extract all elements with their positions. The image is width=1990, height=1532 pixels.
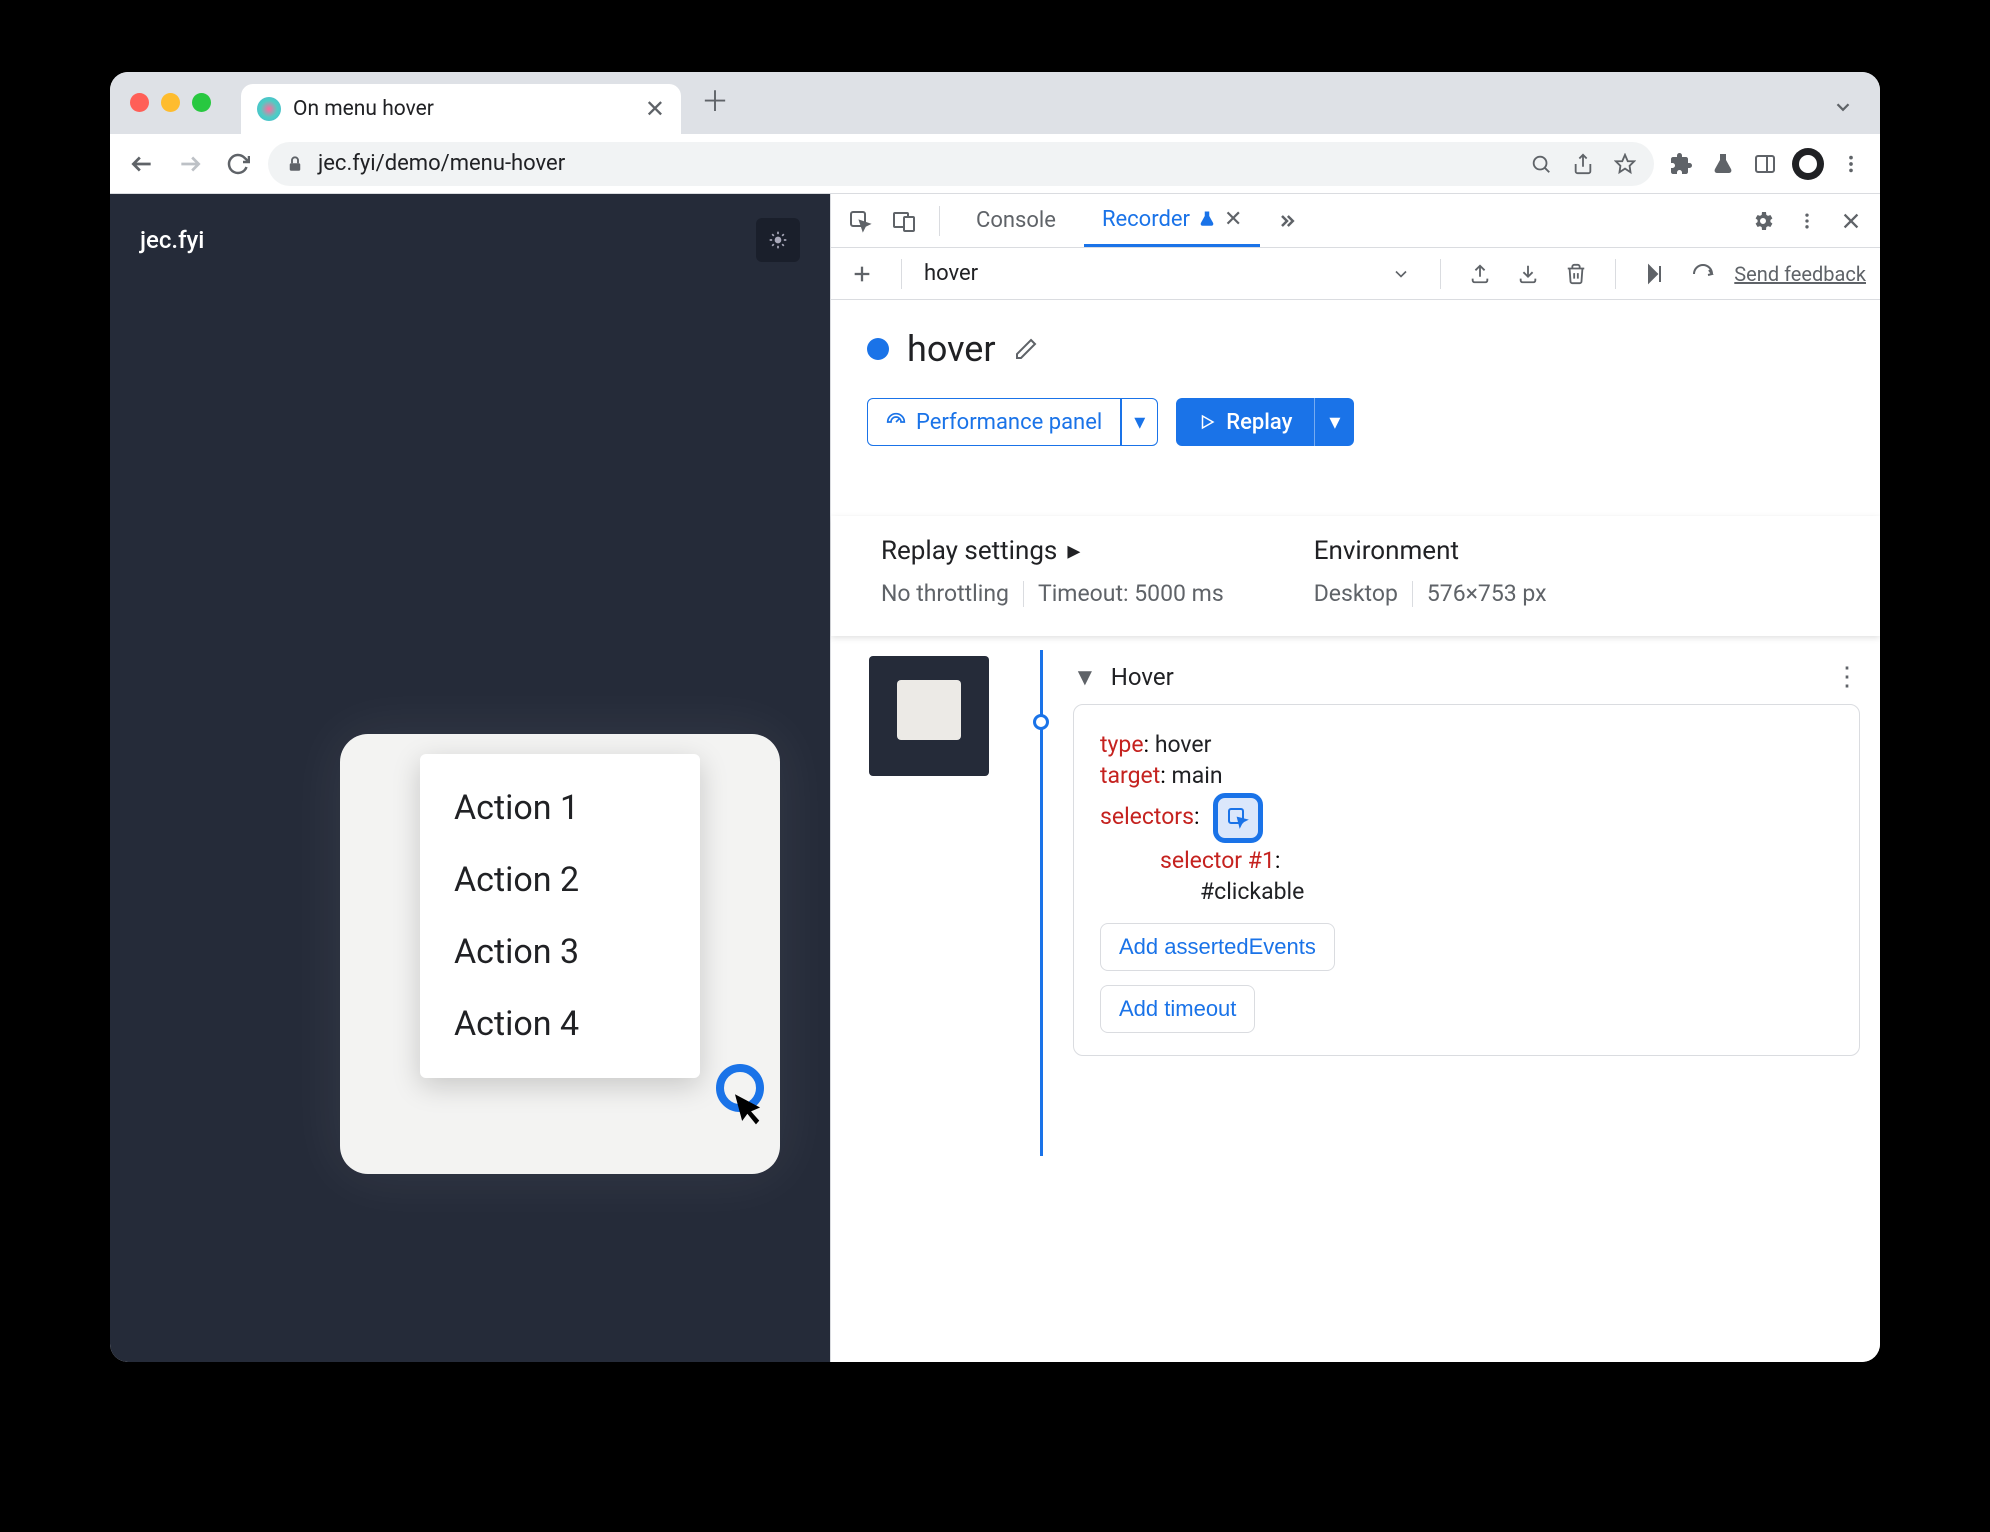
step-thumbnail — [869, 656, 989, 776]
browser-toolbar: jec.fyi/demo/menu-hover — [110, 134, 1880, 194]
labs-icon[interactable] — [1708, 149, 1738, 179]
close-tab-icon[interactable]: ✕ — [1224, 207, 1242, 232]
menu-item[interactable]: Action 2 — [420, 844, 700, 916]
performance-panel-button[interactable]: Performance panel ▾ — [867, 398, 1158, 446]
profile-avatar[interactable] — [1792, 148, 1824, 180]
selector-picker-button[interactable] — [1213, 793, 1263, 843]
chevron-right-icon: ▸ — [1067, 536, 1080, 566]
browser-tab[interactable]: On menu hover ✕ — [241, 84, 681, 134]
forward-button[interactable] — [172, 146, 208, 182]
add-asserted-events-button[interactable]: Add assertedEvents — [1100, 923, 1335, 971]
reload-button[interactable] — [220, 146, 256, 182]
recording-name: hover — [924, 261, 978, 286]
menu-item[interactable]: Action 4 — [420, 988, 700, 1060]
step-body: type: hover target: main selectors: sele… — [1073, 704, 1860, 1056]
delete-icon[interactable] — [1559, 257, 1593, 291]
bookmark-icon[interactable] — [1614, 153, 1636, 175]
performance-dropdown[interactable]: ▾ — [1121, 398, 1158, 446]
flask-icon — [1198, 210, 1216, 228]
feedback-link[interactable]: Send feedback — [1734, 262, 1866, 286]
gauge-icon — [886, 412, 906, 432]
timeline-node-icon — [1033, 714, 1049, 730]
browser-window: On menu hover ✕ ＋ jec.fyi/demo/menu-hove… — [110, 72, 1880, 1362]
window-controls — [130, 93, 211, 112]
step-name: Hover — [1111, 663, 1174, 691]
recording-title: hover — [907, 328, 996, 370]
sidepanel-icon[interactable] — [1750, 149, 1780, 179]
tabs-overflow-button[interactable] — [1832, 96, 1854, 118]
inspect-icon[interactable] — [843, 204, 877, 238]
add-timeout-button[interactable]: Add timeout — [1100, 985, 1255, 1033]
menu-item[interactable]: Action 1 — [420, 772, 700, 844]
steps-area: ▼ Hover ⋮ type: hover target: main selec… — [831, 650, 1880, 1056]
close-devtools-icon[interactable] — [1834, 204, 1868, 238]
step-icon[interactable] — [1638, 257, 1672, 291]
dropdown-icon[interactable] — [1384, 257, 1418, 291]
collapse-icon: ▼ — [1073, 663, 1097, 692]
new-tab-button[interactable]: ＋ — [695, 80, 735, 120]
import-icon[interactable] — [1511, 257, 1545, 291]
replay-dropdown[interactable]: ▾ — [1314, 398, 1354, 446]
content-area: jec.fyi Hover over me! Action 1 Action 2… — [110, 194, 1880, 1362]
back-button[interactable] — [124, 146, 160, 182]
titlebar: On menu hover ✕ ＋ — [110, 72, 1880, 134]
tab-title: On menu hover — [293, 97, 633, 121]
close-tab-button[interactable]: ✕ — [645, 95, 665, 123]
devtools-panel: Console Recorder ✕ hover — [830, 194, 1880, 1362]
step-menu-icon[interactable]: ⋮ — [1834, 662, 1860, 692]
play-icon — [1198, 413, 1216, 431]
favicon-icon — [257, 97, 281, 121]
minimize-window-button[interactable] — [161, 93, 180, 112]
replay-settings-bar: Replay settings ▸ No throttling Timeout:… — [831, 516, 1880, 636]
viewport-value: 576×753 px — [1427, 580, 1547, 607]
close-window-button[interactable] — [130, 93, 149, 112]
record-status-icon — [867, 338, 889, 360]
new-recording-button[interactable] — [845, 257, 879, 291]
page-viewport: jec.fyi Hover over me! Action 1 Action 2… — [110, 194, 830, 1362]
zoom-icon[interactable] — [1530, 153, 1552, 175]
device-value: Desktop — [1314, 580, 1398, 607]
continue-icon[interactable] — [1686, 257, 1720, 291]
maximize-window-button[interactable] — [192, 93, 211, 112]
share-icon[interactable] — [1572, 153, 1594, 175]
environment-header: Environment — [1314, 536, 1547, 566]
kebab-icon[interactable] — [1790, 204, 1824, 238]
address-bar[interactable]: jec.fyi/demo/menu-hover — [268, 142, 1654, 186]
replay-settings-header[interactable]: Replay settings ▸ — [881, 536, 1224, 566]
menu-button[interactable] — [1836, 149, 1866, 179]
extensions-icon[interactable] — [1666, 149, 1696, 179]
export-icon[interactable] — [1463, 257, 1497, 291]
throttling-value: No throttling — [881, 580, 1009, 607]
hover-menu: Action 1 Action 2 Action 3 Action 4 — [420, 754, 700, 1078]
edit-icon[interactable] — [1014, 337, 1038, 361]
settings-icon[interactable] — [1746, 204, 1780, 238]
tab-recorder[interactable]: Recorder ✕ — [1084, 194, 1261, 247]
timeout-value: Timeout: 5000 ms — [1038, 580, 1224, 607]
recorder-body: hover Performance panel ▾ Re — [831, 300, 1880, 474]
menu-item[interactable]: Action 3 — [420, 916, 700, 988]
replay-button[interactable]: Replay ▾ — [1176, 398, 1354, 446]
site-title: jec.fyi — [140, 226, 204, 254]
timeline — [1037, 650, 1045, 1056]
tab-console[interactable]: Console — [958, 194, 1074, 247]
device-mode-icon[interactable] — [887, 204, 921, 238]
devtools-tabbar: Console Recorder ✕ — [831, 194, 1880, 248]
lock-icon — [286, 155, 304, 173]
more-tabs-icon[interactable] — [1270, 204, 1304, 238]
url-text: jec.fyi/demo/menu-hover — [318, 151, 565, 176]
step-header[interactable]: ▼ Hover ⋮ — [1073, 650, 1860, 704]
theme-toggle-button[interactable] — [756, 218, 800, 262]
recorder-toolbar: hover Send feedback — [831, 248, 1880, 300]
